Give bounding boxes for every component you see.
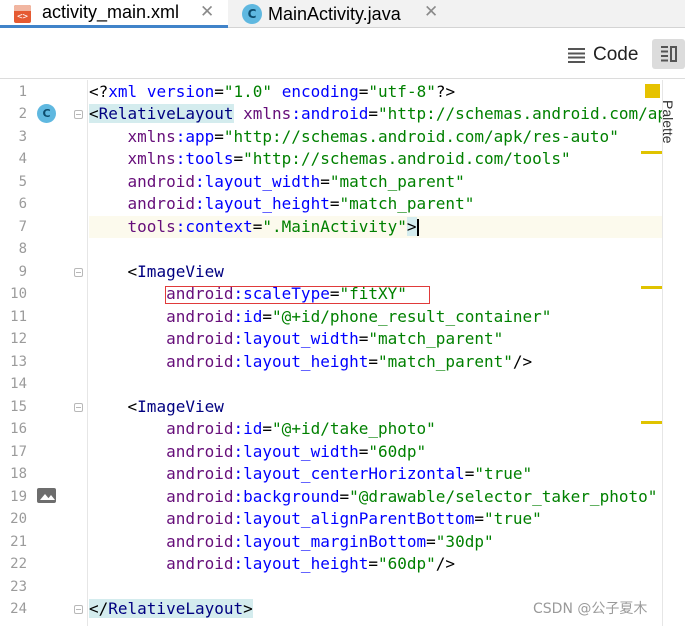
palette-panel-tab[interactable]: Palette xyxy=(660,100,676,144)
line-number: 2 xyxy=(18,106,27,122)
code-line[interactable]: <ImageView xyxy=(89,396,224,419)
editor-toolbar: Code xyxy=(0,29,685,79)
line-number: 21 xyxy=(10,533,27,550)
tab-activity-main-xml[interactable]: <> activity_main.xml ✕ xyxy=(0,0,228,28)
line-number: 8 xyxy=(18,241,27,257)
fold-marker-icon[interactable] xyxy=(74,267,83,277)
line-number: 3 xyxy=(18,128,27,145)
tab-main-activity-java[interactable]: C MainActivity.java ✕ xyxy=(230,0,455,28)
line-number: 18 xyxy=(10,466,27,482)
fold-marker-icon[interactable] xyxy=(74,402,83,412)
line-number: 17 xyxy=(10,443,27,460)
line-number: 15 xyxy=(10,398,27,415)
line-number: 6 xyxy=(18,196,27,212)
code-line[interactable]: android:layout_width="match_parent" xyxy=(89,328,503,351)
code-line[interactable]: tools:context=".MainActivity"> xyxy=(89,216,419,239)
code-line[interactable]: android:layout_centerHorizontal="true" xyxy=(89,463,532,486)
line-number: 1 xyxy=(18,83,27,100)
code-view-button[interactable]: Code xyxy=(568,43,638,67)
line-number: 24 xyxy=(10,601,27,617)
annotation-highlight-box xyxy=(165,286,430,304)
fold-marker-icon[interactable] xyxy=(74,605,83,614)
line-number: 9 xyxy=(18,263,27,280)
warning-marker[interactable] xyxy=(641,286,662,289)
line-number: 14 xyxy=(10,376,27,392)
line-number: 19 xyxy=(10,488,27,505)
tab-label: MainActivity.java xyxy=(268,3,401,24)
code-line[interactable]: </RelativeLayout> xyxy=(89,598,253,621)
warning-marker[interactable] xyxy=(641,151,662,154)
code-line[interactable]: <RelativeLayout xmlns:android="http://sc… xyxy=(89,103,662,126)
close-icon[interactable]: ✕ xyxy=(200,2,214,22)
fold-marker-icon[interactable] xyxy=(74,110,83,119)
split-view-button[interactable] xyxy=(652,39,685,69)
lines-icon xyxy=(568,47,585,63)
warning-marker[interactable] xyxy=(641,421,662,424)
line-number: 12 xyxy=(10,331,27,347)
line-number-gutter: 1 2 3 4 5 6 7 8 9 10 11 12 13 14 15 16 17 18 19 20 21 22 23 24 C xyxy=(0,80,88,626)
class-reference-icon[interactable]: C xyxy=(37,104,56,123)
code-line[interactable]: android:layout_height="match_parent"/> xyxy=(89,351,532,374)
image-preview-icon[interactable] xyxy=(37,488,56,503)
right-tool-strip xyxy=(662,80,685,626)
code-editor[interactable]: 1 2 3 4 5 6 7 8 9 10 11 12 13 14 15 16 17 18 19 20 21 22 23 24 C… xyxy=(0,80,685,626)
code-line[interactable]: android:id="@+id/take_photo" xyxy=(89,418,436,441)
watermark: CSDN @公子夏木 xyxy=(533,601,648,617)
code-line[interactable]: android:layout_alignParentBottom="true" xyxy=(89,508,542,531)
inspection-status-icon[interactable] xyxy=(645,84,660,98)
code-line[interactable]: android:background="@drawable/selector_t… xyxy=(89,486,657,509)
line-number: 10 xyxy=(10,286,27,302)
line-number: 11 xyxy=(10,308,27,325)
line-number: 4 xyxy=(18,151,27,167)
line-number: 13 xyxy=(10,353,27,370)
line-number: 23 xyxy=(10,578,27,595)
close-icon[interactable]: ✕ xyxy=(424,2,438,22)
line-number: 20 xyxy=(10,511,27,527)
code-line[interactable]: android:id="@+id/phone_result_container" xyxy=(89,306,551,329)
code-line[interactable]: android:layout_height="60dp"/> xyxy=(89,553,455,576)
text-caret xyxy=(416,218,419,236)
code-line[interactable]: android:layout_height="match_parent" xyxy=(89,193,475,216)
editor-tab-bar: <> activity_main.xml ✕ C MainActivity.ja… xyxy=(0,0,685,28)
java-class-icon: C xyxy=(242,4,262,24)
code-line[interactable]: android:layout_width="match_parent" xyxy=(89,171,465,194)
code-line[interactable]: xmlns:tools="http://schemas.android.com/… xyxy=(89,148,571,171)
line-number: 5 xyxy=(18,173,27,190)
line-number: 22 xyxy=(10,556,27,572)
code-line[interactable]: xmlns:app="http://schemas.android.com/ap… xyxy=(89,126,619,149)
code-line[interactable]: <ImageView xyxy=(89,261,224,284)
xml-file-icon: <> xyxy=(14,5,31,23)
split-view-icon xyxy=(661,46,677,62)
code-view-label: Code xyxy=(593,44,639,65)
line-number: 7 xyxy=(18,218,27,235)
line-number: 16 xyxy=(10,421,27,437)
code-line[interactable]: <?xml version="1.0" encoding="utf-8"?> xyxy=(89,81,455,104)
code-area[interactable]: <?xml version="1.0" encoding="utf-8"?> <R… xyxy=(89,80,662,626)
code-line[interactable]: android:layout_marginBottom="30dp" xyxy=(89,531,494,554)
code-line[interactable]: android:layout_width="60dp" xyxy=(89,441,426,464)
tab-label: activity_main.xml xyxy=(42,2,180,22)
